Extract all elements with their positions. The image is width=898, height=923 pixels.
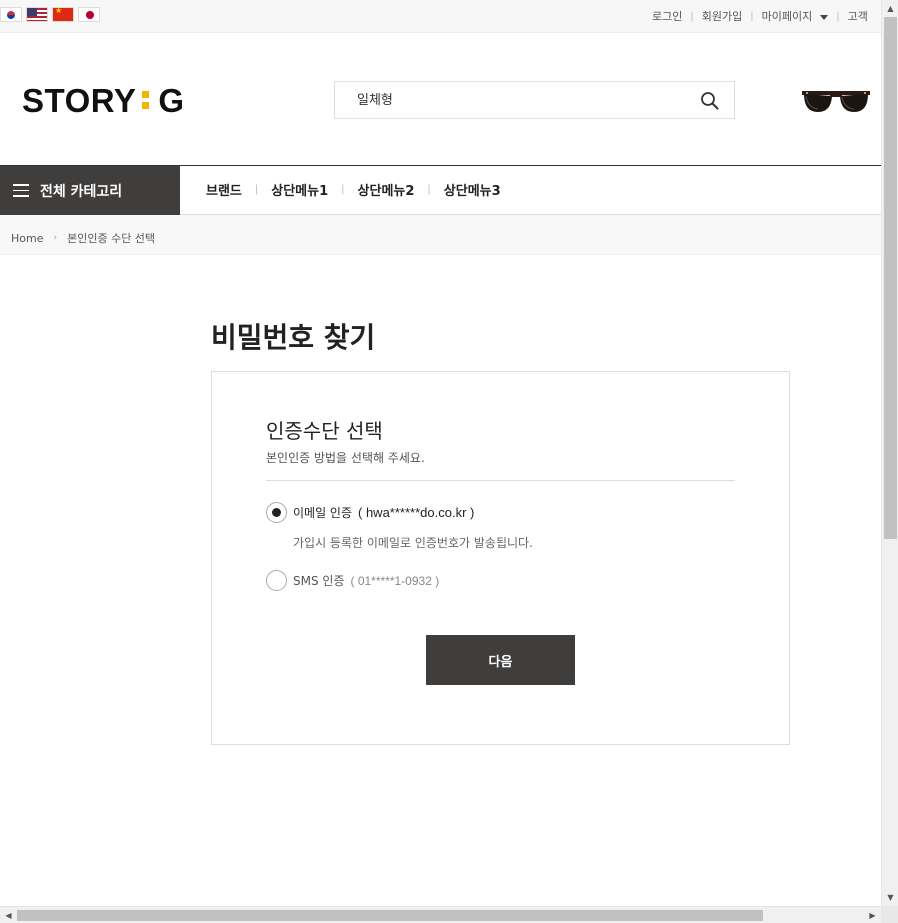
sms-option-detail: ( 01*****1-0932 ) (350, 573, 440, 588)
verification-panel: 인증수단 선택 본인인증 방법을 선택해 주세요. 이메일 인증 ( hwa**… (211, 371, 790, 745)
flag-cn-icon[interactable] (52, 7, 74, 22)
search-box (334, 81, 735, 119)
scroll-up-icon[interactable]: ▲ (882, 0, 898, 17)
flag-jp-icon[interactable] (78, 7, 100, 22)
scrollbar-corner (881, 906, 898, 923)
next-button[interactable]: 다음 (426, 635, 575, 685)
breadcrumb-current: 본인인증 수단 선택 (67, 232, 156, 245)
top-utility-bar: 로그인 | 회원가입 | 마이페이지 | 고객 (0, 0, 881, 33)
search-input[interactable] (357, 91, 677, 106)
divider: | (750, 10, 754, 22)
login-link[interactable]: 로그인 (652, 8, 682, 24)
mypage-label: 마이페이지 (761, 10, 813, 23)
language-flags (0, 7, 100, 22)
breadcrumb: Home › 본인인증 수단 선택 (0, 215, 881, 255)
divider (266, 480, 735, 481)
all-categories-label: 전체 카테고리 (40, 183, 123, 200)
nav-item-menu3[interactable]: 상단메뉴3 (444, 180, 501, 199)
panel-heading: 인증수단 선택 (266, 419, 383, 443)
scrollbar-thumb[interactable] (17, 910, 763, 921)
hamburger-icon (13, 184, 29, 197)
email-option-detail: ( hwa******do.co.kr ) (358, 505, 475, 520)
nav-menu: 브랜드 | 상단메뉴1 | 상단메뉴2 | 상단메뉴3 (206, 180, 501, 199)
sunglasses-icon[interactable] (800, 86, 872, 116)
page-title: 비밀번호 찾기 (211, 321, 376, 354)
logo-text-right: G (158, 82, 185, 119)
breadcrumb-home[interactable]: Home (11, 232, 43, 245)
logo-text-left: STORY (22, 82, 137, 119)
email-option[interactable]: 이메일 인증 ( hwa******do.co.kr ) (266, 502, 474, 523)
nav-item-brand[interactable]: 브랜드 (206, 180, 242, 199)
divider: | (341, 184, 345, 195)
nav-item-menu1[interactable]: 상단메뉴1 (271, 180, 328, 199)
divider: | (836, 10, 840, 22)
main-nav: 전체 카테고리 브랜드 | 상단메뉴1 | 상단메뉴2 | 상단메뉴3 (0, 165, 881, 215)
scroll-left-icon[interactable]: ◀ (0, 907, 17, 923)
divider: | (427, 184, 431, 195)
flag-us-icon[interactable] (26, 7, 48, 22)
sms-option-label: SMS 인증 (293, 574, 345, 588)
vertical-scrollbar[interactable]: ▲ ▼ (881, 0, 898, 906)
search-icon[interactable] (700, 91, 720, 111)
logo-colon-mark (142, 88, 150, 112)
flag-kr-icon[interactable] (0, 7, 22, 22)
email-radio[interactable] (266, 502, 287, 523)
horizontal-scrollbar[interactable]: ◀ ▶ (0, 906, 881, 923)
sms-radio[interactable] (266, 570, 287, 591)
site-logo[interactable]: STORY G (22, 82, 185, 120)
all-categories-button[interactable]: 전체 카테고리 (0, 166, 180, 215)
chevron-right-icon: › (53, 233, 58, 243)
divider: | (690, 10, 694, 22)
nav-item-menu2[interactable]: 상단메뉴2 (358, 180, 415, 199)
chevron-down-icon (820, 14, 829, 20)
scroll-down-icon[interactable]: ▼ (882, 889, 898, 906)
customer-link[interactable]: 고객 (848, 8, 868, 24)
signup-link[interactable]: 회원가입 (702, 8, 742, 24)
divider: | (254, 184, 259, 195)
scroll-right-icon[interactable]: ▶ (864, 907, 881, 923)
panel-subheading: 본인인증 방법을 선택해 주세요. (266, 451, 425, 465)
top-links: 로그인 | 회원가입 | 마이페이지 | 고객 (652, 8, 868, 24)
email-option-help: 가입시 등록한 이메일로 인증번호가 발송됩니다. (293, 536, 533, 550)
sms-option[interactable]: SMS 인증 ( 01*****1-0932 ) (266, 570, 439, 591)
scrollbar-thumb[interactable] (884, 17, 897, 539)
email-option-label: 이메일 인증 (293, 506, 353, 520)
mypage-link[interactable]: 마이페이지 (762, 8, 829, 24)
